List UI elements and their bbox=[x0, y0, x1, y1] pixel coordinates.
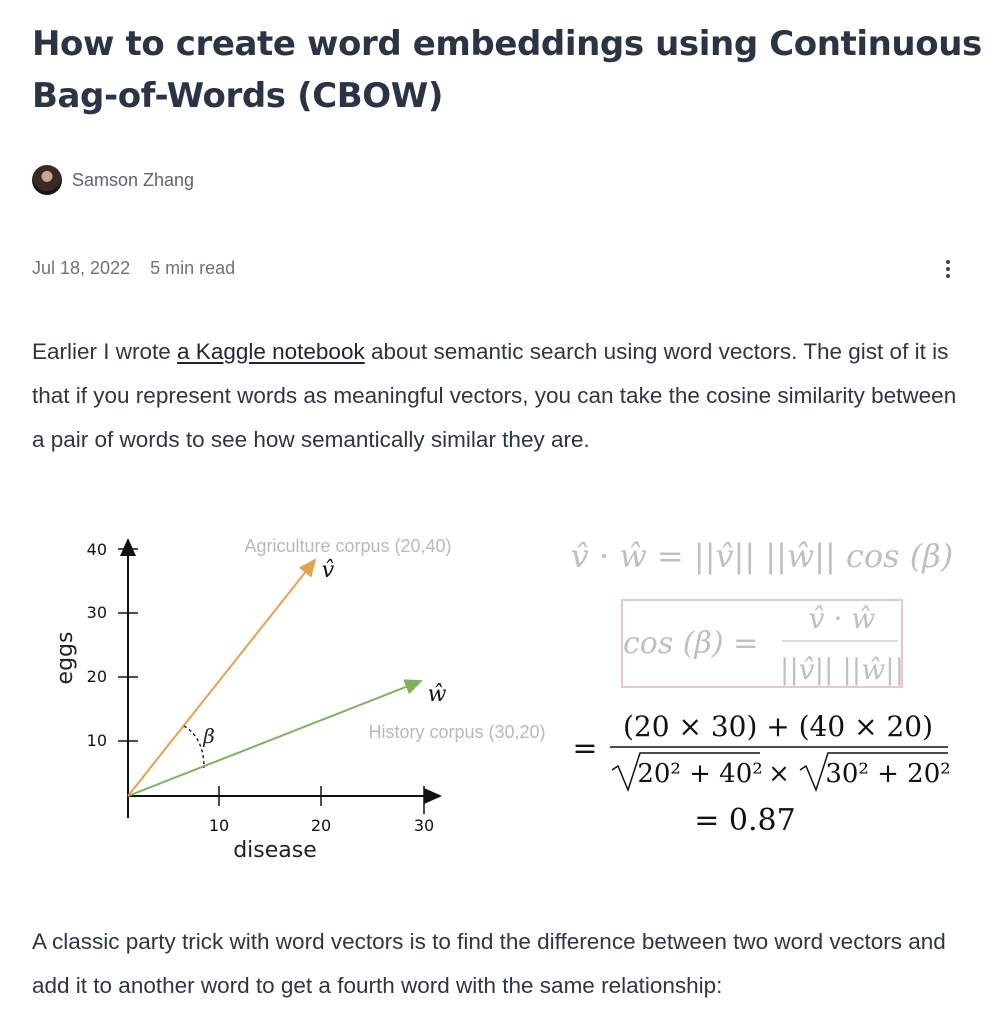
agriculture-corpus-label: Agriculture corpus (20,40) bbox=[244, 536, 451, 556]
y-tick-20: 20 bbox=[87, 667, 107, 686]
history-corpus-label: History corpus (30,20) bbox=[368, 722, 545, 742]
cosine-similarity-diagram: 10 20 30 40 10 20 30 disease eggs β Agri… bbox=[53, 536, 953, 863]
cos-beta-lhs: cos (β) = bbox=[623, 626, 758, 661]
article-meta: Jul 18, 2022 5 min read bbox=[32, 258, 235, 279]
cosine-numerator: v̂ · ŵ bbox=[809, 602, 876, 635]
cosine-similarity-figure: 10 20 30 40 10 20 30 disease eggs β Agri… bbox=[32, 500, 968, 890]
intro-paragraph: Earlier I wrote a Kaggle notebook about … bbox=[32, 330, 972, 462]
vector-v-arrow bbox=[127, 558, 317, 797]
sqrt-term-right: 30² + 20² bbox=[825, 759, 950, 789]
angle-arc bbox=[183, 725, 205, 769]
sqrt-term-left: 20² + 40² bbox=[637, 759, 762, 789]
x-tick-20: 20 bbox=[311, 816, 331, 835]
author-byline[interactable]: Samson Zhang bbox=[32, 165, 194, 195]
author-name[interactable]: Samson Zhang bbox=[72, 170, 194, 191]
y-tick-40: 40 bbox=[87, 540, 107, 559]
article-title: How to create word embeddings using Cont… bbox=[32, 24, 982, 116]
angle-beta-label: β bbox=[202, 724, 215, 748]
publish-date: Jul 18, 2022 bbox=[32, 258, 131, 278]
read-time: 5 min read bbox=[150, 258, 236, 278]
y-tick-30: 30 bbox=[87, 603, 107, 622]
cosine-result: = 0.87 bbox=[694, 803, 795, 838]
v-hat-symbol: v̂ bbox=[322, 558, 335, 583]
avatar[interactable] bbox=[32, 165, 62, 195]
cosine-denominator: ||v̂|| ||ŵ|| bbox=[780, 653, 904, 686]
kaggle-notebook-link[interactable]: a Kaggle notebook bbox=[177, 339, 365, 364]
dot-product-equation: v̂ · ŵ = ||v̂|| ||ŵ|| cos (β) bbox=[571, 537, 953, 575]
times-sign: × bbox=[768, 759, 790, 789]
equals-sign: = bbox=[572, 731, 597, 766]
y-axis-label: eggs bbox=[53, 632, 78, 685]
party-trick-paragraph: A classic party trick with word vectors … bbox=[32, 929, 946, 998]
x-axis-label: disease bbox=[233, 838, 317, 863]
w-hat-symbol: ŵ bbox=[428, 682, 447, 707]
numeric-numerator: (20 × 30) + (40 × 20) bbox=[623, 710, 933, 743]
intro-text-start: Earlier I wrote bbox=[32, 339, 178, 364]
x-tick-10: 10 bbox=[209, 816, 229, 835]
y-tick-10: 10 bbox=[87, 731, 107, 750]
x-tick-30: 30 bbox=[414, 816, 434, 835]
more-options-icon[interactable] bbox=[936, 256, 960, 282]
